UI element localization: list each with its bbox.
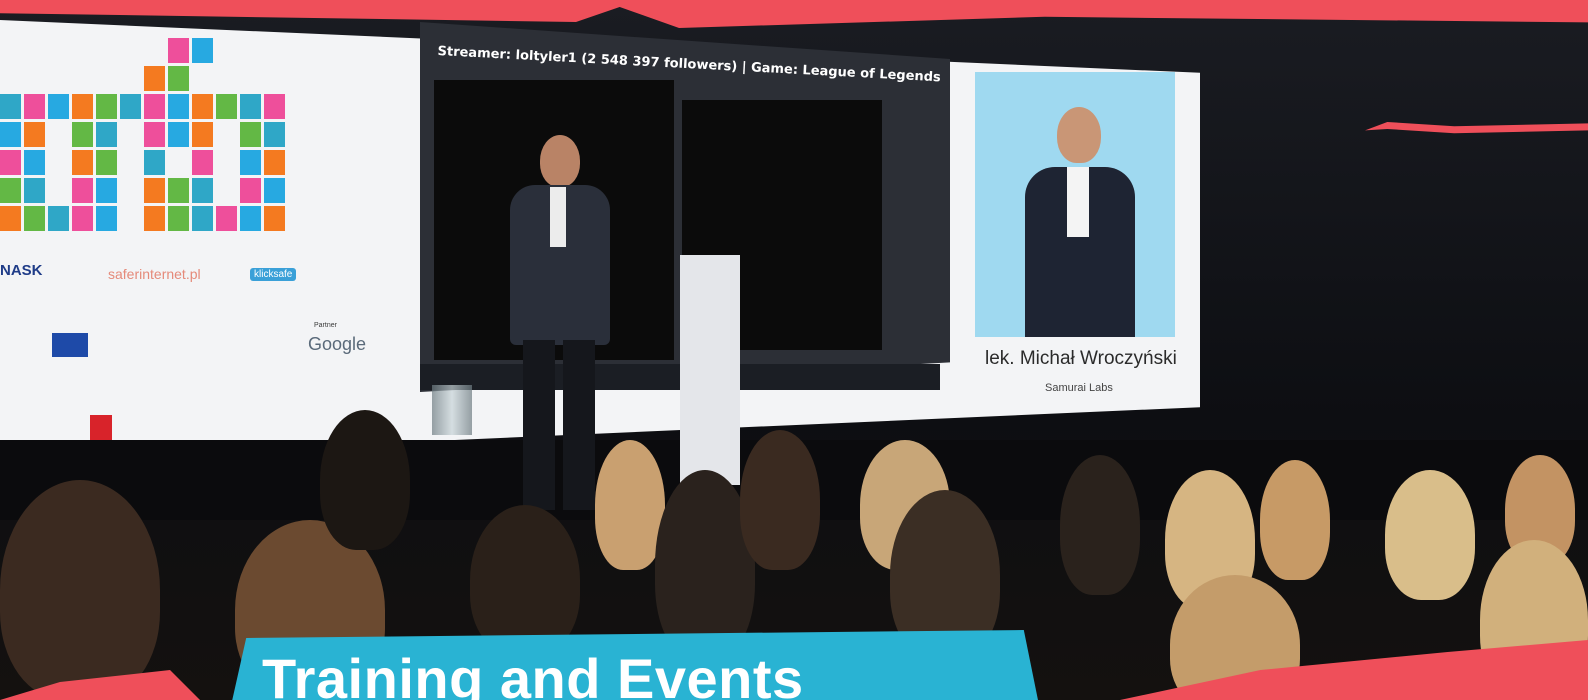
logo-pixel xyxy=(168,66,189,91)
logo-pixel xyxy=(168,178,189,203)
logo-pixel xyxy=(0,206,21,231)
logo-pixel xyxy=(168,94,189,119)
audience-member xyxy=(595,440,665,570)
logo-pixel xyxy=(24,150,45,175)
logo-pixel xyxy=(72,206,93,231)
event-photo: NASK saferinternet.pl klicksafe Partner … xyxy=(0,0,1588,700)
klicksafe-logo: klicksafe xyxy=(250,268,297,281)
audience-member xyxy=(0,480,160,700)
logo-pixel xyxy=(120,94,141,119)
logo-pixel xyxy=(192,206,213,231)
presenter xyxy=(505,135,615,515)
logo-pixel xyxy=(192,38,213,63)
eu-flag-icon xyxy=(52,333,88,357)
water-bottles xyxy=(432,385,472,435)
logo-pixel xyxy=(72,178,93,203)
logo-pixel xyxy=(192,94,213,119)
nask-logo: NASK xyxy=(0,262,43,279)
audience-member xyxy=(1385,470,1475,600)
logo-pixel xyxy=(240,178,261,203)
ministry-crest-icon xyxy=(90,415,112,441)
podium xyxy=(680,255,740,485)
logo-pixel xyxy=(24,206,45,231)
logo-pixel xyxy=(264,122,285,147)
speaker-video-pane xyxy=(975,72,1175,337)
logo-pixel xyxy=(96,206,117,231)
speaker-organization: Samurai Labs xyxy=(1045,382,1113,394)
speaker-on-screen xyxy=(1025,107,1135,337)
logo-pixel xyxy=(192,122,213,147)
logo-pixel xyxy=(72,150,93,175)
red-shape-top-left xyxy=(0,0,640,22)
logo-pixel xyxy=(216,206,237,231)
audience-member xyxy=(470,505,580,655)
logo-pixel xyxy=(72,122,93,147)
logo-pixel xyxy=(72,94,93,119)
logo-pixel xyxy=(240,150,261,175)
logo-pixel xyxy=(168,122,189,147)
logo-pixel xyxy=(0,94,21,119)
logo-pixel xyxy=(24,94,45,119)
logo-pixel xyxy=(24,178,45,203)
logo-pixel xyxy=(96,150,117,175)
pixel-logo xyxy=(0,38,285,231)
logo-pixel xyxy=(216,94,237,119)
audience-member xyxy=(320,410,410,550)
logo-pixel xyxy=(264,94,285,119)
logo-pixel xyxy=(240,122,261,147)
audience-member xyxy=(740,430,820,570)
logo-pixel xyxy=(24,122,45,147)
google-logo: Google xyxy=(308,334,367,354)
speaker-name: lek. Michał Wroczyński xyxy=(985,348,1177,369)
logo-pixel xyxy=(0,150,21,175)
logo-pixel xyxy=(144,66,165,91)
audience-member xyxy=(1260,460,1330,580)
logo-pixel xyxy=(144,150,165,175)
logo-pixel xyxy=(0,178,21,203)
banner-title: Training and Events xyxy=(262,647,804,700)
partner-label: Partner xyxy=(314,322,337,329)
logo-pixel xyxy=(168,38,189,63)
logo-pixel xyxy=(144,206,165,231)
logo-pixel xyxy=(240,94,261,119)
red-shape-top-right xyxy=(600,0,1588,28)
logo-pixel xyxy=(264,206,285,231)
logo-pixel xyxy=(192,178,213,203)
logo-pixel xyxy=(168,206,189,231)
audience-member xyxy=(1060,455,1140,595)
logo-pixel xyxy=(144,122,165,147)
logo-pixel xyxy=(264,178,285,203)
logo-pixel xyxy=(96,94,117,119)
logo-pixel xyxy=(144,94,165,119)
logo-pixel xyxy=(96,122,117,147)
logo-pixel xyxy=(48,94,69,119)
logo-pixel xyxy=(48,206,69,231)
red-stroke-right xyxy=(1365,122,1588,134)
logo-pixel xyxy=(240,206,261,231)
logo-pixel xyxy=(144,178,165,203)
logo-pixel xyxy=(192,150,213,175)
saferinternet-logo: saferinternet.pl xyxy=(108,266,201,282)
logo-pixel xyxy=(264,150,285,175)
logo-pixel xyxy=(96,178,117,203)
logo-pixel xyxy=(0,122,21,147)
